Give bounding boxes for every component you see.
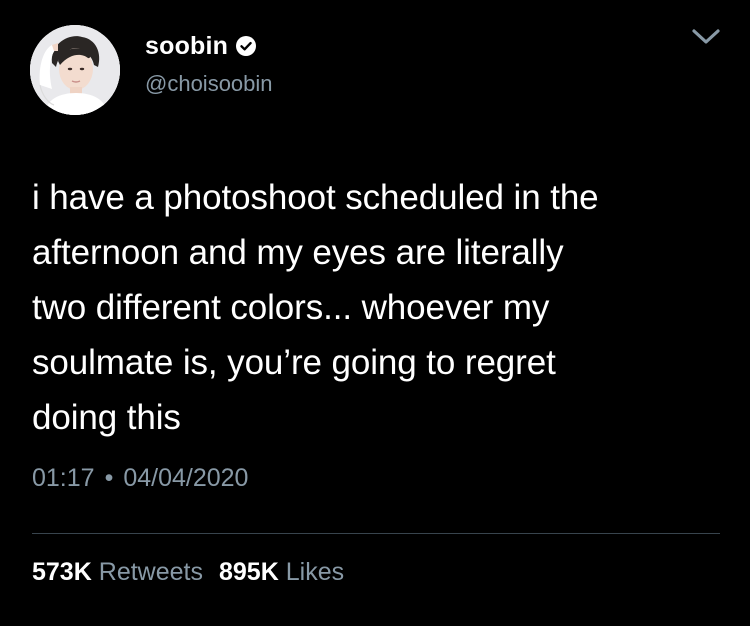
timestamp[interactable]: 01:17 • 04/04/2020	[32, 464, 248, 493]
divider	[32, 533, 720, 534]
tweet-card: soobin @choisoobin i have a photoshoot s…	[0, 0, 750, 626]
user-handle[interactable]: @choisoobin	[145, 71, 273, 97]
retweets-stat[interactable]: 573K Retweets	[32, 558, 203, 587]
chevron-down-icon[interactable]	[690, 26, 722, 48]
avatar-photo-icon	[30, 25, 120, 115]
name-row: soobin	[145, 31, 273, 61]
tweet-text: i have a photoshoot scheduled in the aft…	[32, 178, 599, 437]
retweets-label: Retweets	[98, 558, 203, 586]
tweet-date: 04/04/2020	[123, 464, 249, 492]
verified-badge-icon	[235, 35, 257, 57]
likes-label: Likes	[285, 558, 345, 586]
display-name[interactable]: soobin	[145, 32, 228, 61]
retweets-count: 573K	[32, 558, 92, 586]
likes-count: 895K	[218, 558, 279, 586]
user-info: soobin @choisoobin	[145, 31, 273, 97]
avatar[interactable]	[30, 25, 120, 115]
likes-stat[interactable]: 895K Likes	[219, 558, 344, 587]
tweet-time: 01:17	[32, 464, 95, 492]
engagement-stats: 573K Retweets 895K Likes	[32, 558, 344, 587]
separator-dot: •	[104, 464, 114, 492]
